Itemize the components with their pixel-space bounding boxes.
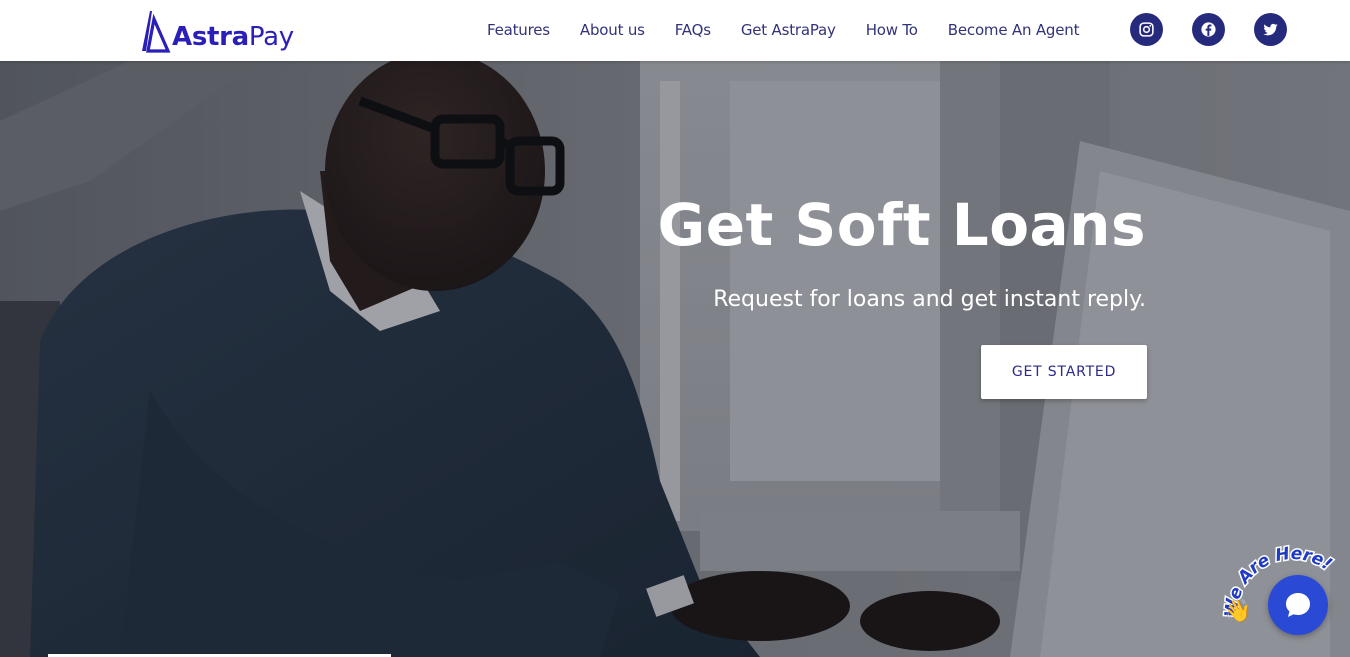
hero-title: Get Soft Loans: [657, 191, 1146, 259]
get-started-button[interactable]: GET STARTED: [981, 345, 1147, 399]
astrapay-logo-icon: [142, 11, 171, 53]
logo-text-light: Pay: [248, 22, 294, 52]
top-navbar: AstraPay Features About us FAQs Get Astr…: [0, 0, 1350, 61]
nav-item-about-us[interactable]: About us: [565, 0, 660, 61]
twitter-link[interactable]: [1254, 13, 1287, 46]
twitter-icon: [1263, 23, 1278, 36]
hero-section: Get Soft Loans Request for loans and get…: [0, 61, 1350, 657]
facebook-icon: [1201, 22, 1216, 37]
logo-wordmark: AstraPay: [172, 22, 294, 52]
astrapay-logo[interactable]: AstraPay: [138, 3, 294, 53]
live-chat-button[interactable]: [1268, 575, 1328, 635]
nav-item-how-to[interactable]: How To: [851, 0, 933, 61]
hero-subtitle: Request for loans and get instant reply.: [713, 287, 1146, 312]
nav-item-faqs[interactable]: FAQs: [660, 0, 726, 61]
nav-item-get-astrapay[interactable]: Get AstraPay: [726, 0, 851, 61]
instagram-link[interactable]: [1130, 13, 1163, 46]
hero-dark-overlay: [0, 61, 1350, 657]
nav-item-become-an-agent[interactable]: Become An Agent: [933, 0, 1095, 61]
facebook-link[interactable]: [1192, 13, 1225, 46]
nav-item-features[interactable]: Features: [472, 0, 565, 61]
chat-bubble-icon: [1286, 593, 1310, 617]
logo-text-bold: Astra: [172, 22, 249, 52]
instagram-icon: [1139, 22, 1154, 37]
main-nav: Features About us FAQs Get AstraPay How …: [472, 0, 1094, 61]
waving-hand-icon: 👋: [1224, 598, 1252, 623]
